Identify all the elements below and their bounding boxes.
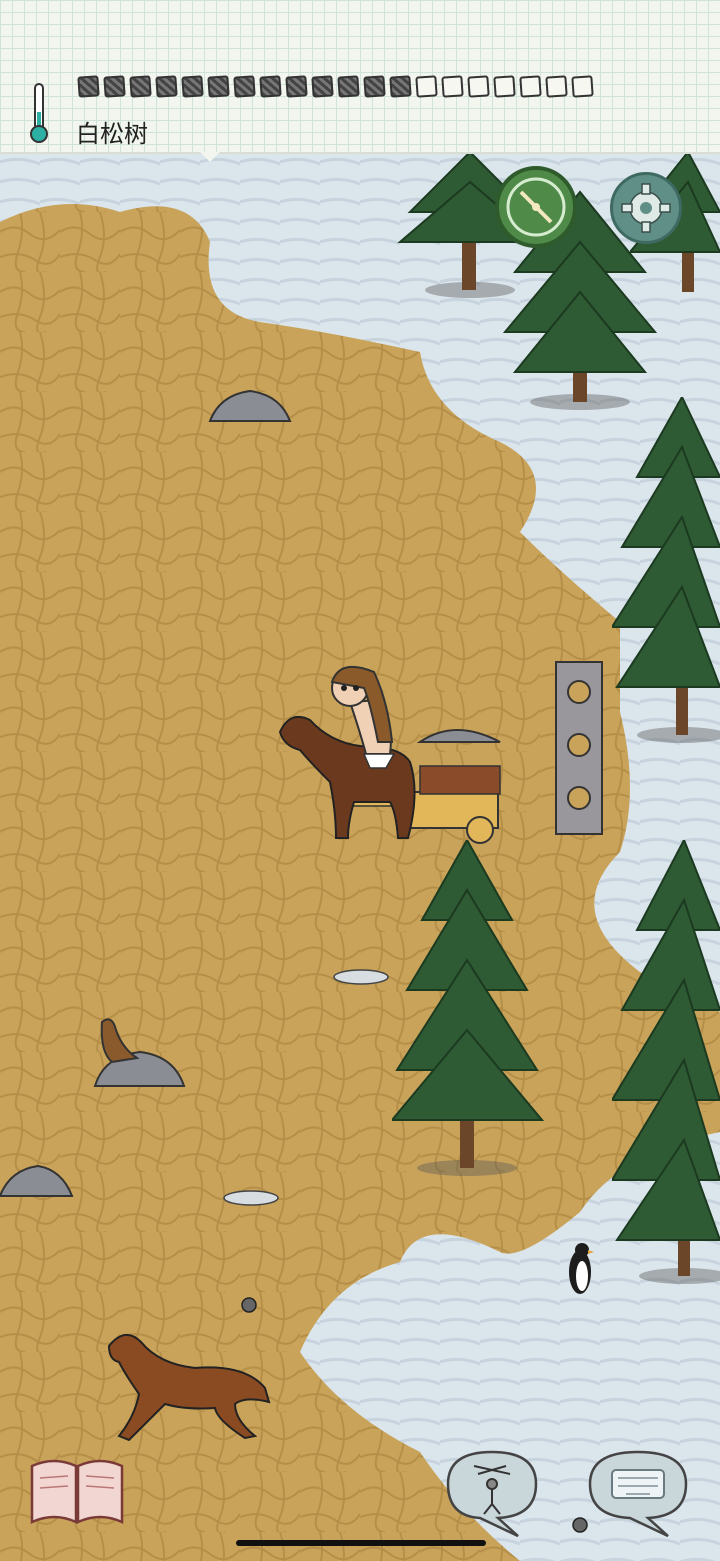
food-pip: [467, 75, 490, 98]
food-pip: [493, 75, 516, 98]
pine-tree[interactable]: [612, 397, 720, 747]
food-pip: [129, 75, 152, 98]
pine-tree[interactable]: [612, 840, 720, 1290]
home-indicator[interactable]: [236, 1540, 486, 1546]
tech-tree-book-button[interactable]: [28, 1456, 126, 1526]
seal-on-rock[interactable]: [92, 1012, 187, 1092]
big-rock[interactable]: [205, 387, 295, 427]
gear-icon: [621, 183, 671, 233]
keyboard-chat-button[interactable]: [584, 1444, 692, 1538]
round-stone[interactable]: [240, 1296, 258, 1314]
hud-bar: 白松树: [0, 0, 720, 162]
penguin[interactable]: [566, 1240, 594, 1300]
wild-horse[interactable]: [105, 1324, 275, 1444]
food-pip: [233, 75, 256, 98]
book-icon: [30, 1459, 124, 1524]
thermometer-icon: [30, 83, 48, 143]
food-pip: [571, 75, 594, 98]
emote-button[interactable]: [438, 1444, 546, 1538]
food-pip: [545, 75, 568, 98]
compass-icon: [506, 177, 566, 237]
player-on-horse-cart[interactable]: [270, 662, 520, 847]
food-pip: [337, 75, 360, 98]
stone-pillar[interactable]: [540, 660, 610, 850]
food-pip: [441, 75, 464, 98]
food-pip: [207, 75, 230, 98]
food-pip: [519, 75, 542, 98]
pine-tree[interactable]: [392, 840, 547, 1180]
food-pip: [415, 75, 438, 98]
big-rock[interactable]: [0, 1162, 75, 1202]
settings-button[interactable]: [610, 172, 682, 244]
food-pip: [389, 75, 412, 98]
food-pip: [363, 75, 386, 98]
food-pip: [259, 75, 282, 98]
compass-button[interactable]: [495, 166, 577, 248]
keyboard-icon: [611, 1469, 665, 1499]
food-pip: [181, 75, 204, 98]
game-world[interactable]: [0, 152, 720, 1561]
food-pip: [103, 75, 126, 98]
food-pip: [77, 75, 100, 98]
food-pip: [311, 75, 334, 98]
food-meter: [77, 75, 594, 102]
hovered-object-label: 白松树: [76, 120, 148, 148]
food-pip: [155, 75, 178, 98]
flat-stone[interactable]: [222, 1188, 280, 1208]
food-pip: [285, 75, 308, 98]
flat-stone[interactable]: [332, 967, 390, 987]
